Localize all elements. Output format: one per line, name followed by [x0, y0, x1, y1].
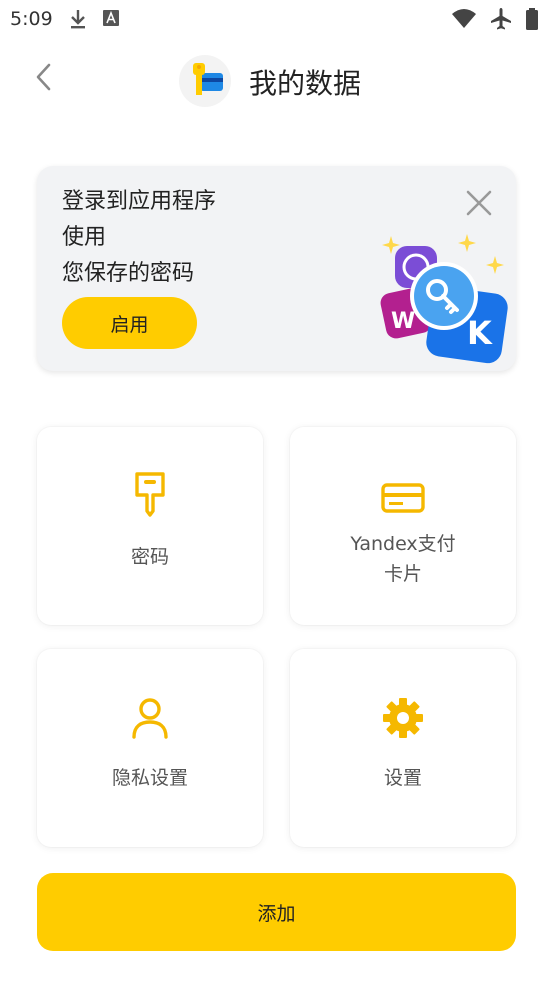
svg-text:W: W [391, 309, 415, 334]
tile-label: 隐私设置 [111, 767, 188, 789]
tile-yandex-pay-cards[interactable]: Yandex支付 卡片 [290, 427, 516, 625]
enable-button[interactable]: 启用 [62, 297, 197, 349]
key-with-app-icons: W K [377, 232, 517, 367]
add-button[interactable]: 添加 [37, 873, 516, 951]
font-app-icon [102, 8, 120, 34]
gear-icon [380, 695, 426, 741]
svg-text:K: K [467, 314, 493, 352]
key-icon [127, 471, 173, 517]
tile-label: Yandex支付 卡片 [290, 529, 516, 589]
banner-line: 您保存的密码 [62, 261, 195, 286]
person-icon [127, 695, 173, 741]
tile-label: 设置 [383, 767, 422, 789]
tile-privacy-settings[interactable]: 隐私设置 [37, 649, 263, 847]
chevron-left-icon [34, 62, 52, 96]
tile-label: 密码 [130, 546, 169, 568]
battery-icon [525, 7, 539, 35]
card-icon [380, 475, 426, 521]
status-time: 5:09 [10, 8, 53, 30]
tile-settings[interactable]: 设置 [290, 649, 516, 847]
back-button[interactable] [26, 62, 60, 96]
wifi-icon [451, 7, 477, 35]
tile-label-line: 卡片 [383, 563, 422, 585]
banner-line: 登录到应用程序 [62, 189, 217, 214]
tile-label-line: Yandex支付 [350, 533, 456, 555]
banner-text: 登录到应用程序 使用 您保存的密码 [62, 184, 216, 292]
close-banner-button[interactable] [464, 188, 494, 218]
download-icon [68, 8, 88, 34]
key-card-logo-icon [185, 59, 225, 103]
tile-passwords[interactable]: 密码 [37, 427, 263, 625]
banner-line: 使用 [62, 225, 107, 250]
app-header: 我的数据 [0, 50, 553, 110]
app-logo [179, 55, 231, 107]
close-icon [464, 190, 494, 222]
airplane-icon [489, 7, 513, 35]
page-title: 我的数据 [249, 67, 362, 100]
status-bar: 5:09 [0, 0, 553, 38]
enable-autofill-banner: 登录到应用程序 使用 您保存的密码 启用 W K [37, 166, 516, 371]
